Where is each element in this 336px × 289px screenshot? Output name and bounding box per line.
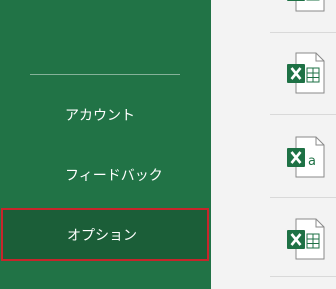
sidebar-item-account[interactable]: アカウント <box>0 90 211 142</box>
svg-text:a: a <box>308 154 316 169</box>
excel-workbook-icon[interactable] <box>285 0 325 12</box>
file-separator <box>270 197 336 198</box>
sidebar-item-feedback[interactable]: フィードバック <box>0 150 211 202</box>
excel-workbook-icon[interactable] <box>285 218 325 260</box>
sidebar-item-options[interactable]: オプション <box>1 208 209 261</box>
excel-template-icon[interactable]: a <box>285 136 325 178</box>
file-separator <box>270 276 336 277</box>
sidebar-item-label: フィードバック <box>65 168 163 184</box>
backstage-sidebar: アカウント フィードバック オプション <box>0 0 211 289</box>
excel-workbook-icon[interactable] <box>285 52 325 94</box>
sidebar-item-label: アカウント <box>65 108 135 124</box>
file-separator <box>270 32 336 33</box>
recent-file-list: a <box>211 0 336 289</box>
sidebar-divider <box>30 74 180 75</box>
sidebar-item-label: オプション <box>67 228 137 244</box>
file-separator <box>270 114 336 115</box>
